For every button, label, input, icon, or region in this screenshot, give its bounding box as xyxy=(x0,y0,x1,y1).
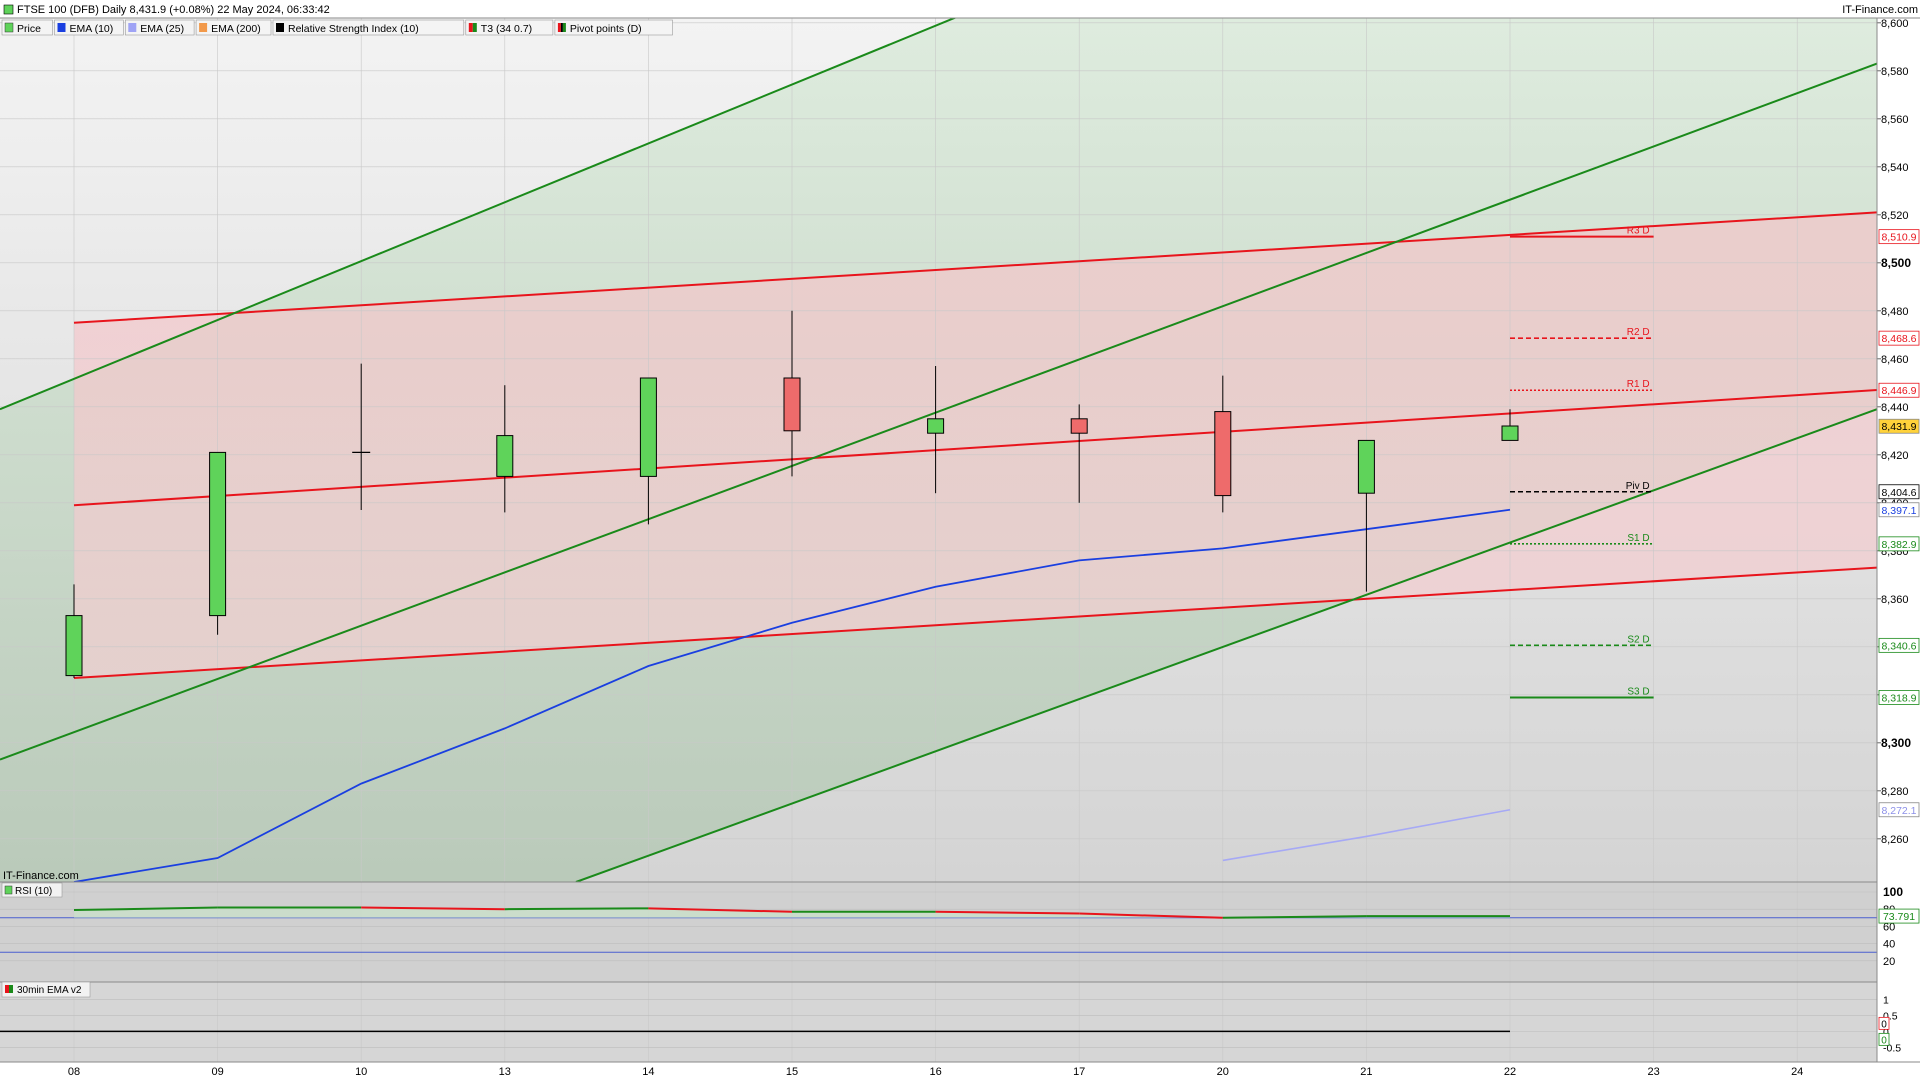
candle-body xyxy=(65,615,83,677)
price-marker-label: 8,340.6 xyxy=(1881,640,1916,652)
x-tick-label: 09 xyxy=(211,1066,223,1078)
y-tick-label: 8,540 xyxy=(1881,162,1909,174)
pivot-label: S1 D xyxy=(1627,533,1649,544)
y-tick-label: 8,420 xyxy=(1881,450,1909,462)
legend-swatch xyxy=(199,23,208,32)
price-marker-label: 8,382.9 xyxy=(1881,539,1916,551)
legend-swatch xyxy=(128,23,137,32)
rsi-line-segment xyxy=(504,907,649,911)
y-tick-label: 8,560 xyxy=(1881,114,1909,126)
legend-item-label: T3 (34 0.7) xyxy=(481,23,532,35)
y-tick-label: 8,480 xyxy=(1881,306,1909,318)
candle-body xyxy=(1501,425,1519,441)
ema-v2-value-label: 0 xyxy=(1881,1035,1887,1046)
price-marker-label: 8,404.6 xyxy=(1881,487,1916,499)
x-tick-label: 08 xyxy=(68,1066,80,1078)
legend-item-label: Pivot points (D) xyxy=(570,23,642,35)
x-tick-label: 17 xyxy=(1073,1066,1085,1078)
y-tick-label: 8,260 xyxy=(1881,834,1909,846)
header-candle-icon xyxy=(3,4,14,15)
price-marker-label: 8,446.9 xyxy=(1881,385,1916,397)
chart-canvas: R3 DR2 DR1 DPiv DS1 DS2 DS3 D 1008060402… xyxy=(0,0,1920,1080)
price-marker-label: 8,468.6 xyxy=(1881,333,1916,345)
price-marker-label: 8,510.9 xyxy=(1881,232,1916,244)
rsi-tick-label: 20 xyxy=(1883,956,1895,968)
legend-swatch xyxy=(468,23,473,32)
ema-v2-pane-title: 30min EMA v2 xyxy=(17,985,82,996)
x-tick-label: 15 xyxy=(786,1066,798,1078)
brand-label: IT-Finance.com xyxy=(1842,4,1918,16)
candle-body xyxy=(496,435,514,477)
x-tick-label: 16 xyxy=(929,1066,941,1078)
legend-item-label: Price xyxy=(17,23,41,35)
y-tick-label: 8,600 xyxy=(1881,18,1909,30)
x-tick-label: 21 xyxy=(1360,1066,1372,1078)
x-tick-label: 20 xyxy=(1217,1066,1229,1078)
x-tick-label: 10 xyxy=(355,1066,367,1078)
legend-swatch xyxy=(472,23,477,32)
candle-body xyxy=(1070,418,1088,434)
candle-body xyxy=(1214,411,1232,497)
y-tick-label: 8,580 xyxy=(1881,66,1909,78)
watermark: IT-Finance.com xyxy=(3,870,79,882)
x-tick-label: 13 xyxy=(499,1066,511,1078)
x-tick-label: 14 xyxy=(642,1066,654,1078)
legend-swatch xyxy=(557,23,561,32)
legend-swatch xyxy=(562,23,566,32)
rsi-legend-icon xyxy=(4,885,13,895)
x-axis-background xyxy=(0,1062,1920,1080)
ema-v2-icon-green xyxy=(9,985,13,993)
x-tick-label: 24 xyxy=(1791,1066,1803,1078)
pivot-label: Piv D xyxy=(1626,481,1650,492)
x-tick-label: 23 xyxy=(1647,1066,1659,1078)
ema-v2-tick-label: 1 xyxy=(1883,995,1889,1007)
legend-item-label: Relative Strength Index (10) xyxy=(288,23,419,35)
candle-body xyxy=(927,418,945,434)
legend-swatch xyxy=(276,23,284,32)
pivot-label: R2 D xyxy=(1627,327,1650,338)
ema-v2-value-label: 0 xyxy=(1881,1019,1887,1030)
candle-body xyxy=(639,377,657,477)
legend-swatch xyxy=(57,23,66,32)
rsi-value-label: 73.791 xyxy=(1883,911,1915,923)
y-tick-label: 8,520 xyxy=(1881,210,1909,222)
chart-title: FTSE 100 (DFB) Daily 8,431.9 (+0.08%) 22… xyxy=(17,4,330,16)
pivot-label: S3 D xyxy=(1627,686,1649,697)
legend-item-label: EMA (10) xyxy=(70,23,114,35)
rsi-pane-title: RSI (10) xyxy=(15,886,52,897)
y-tick-label: 8,460 xyxy=(1881,354,1909,366)
legend-item-label: EMA (200) xyxy=(211,23,261,35)
y-tick-label: 8,360 xyxy=(1881,594,1909,606)
ema-v2-icon-red xyxy=(5,985,9,993)
candle-body xyxy=(1357,439,1375,494)
legend-swatch xyxy=(4,22,14,33)
candle-body xyxy=(783,377,801,432)
price-marker-label: 8,318.9 xyxy=(1881,692,1916,704)
pivot-label: R3 D xyxy=(1627,226,1650,237)
y-tick-label: 8,280 xyxy=(1881,786,1909,798)
rsi-tick-label: 100 xyxy=(1883,885,1903,899)
y-tick-label: 8,500 xyxy=(1881,256,1911,270)
rsi-pane-background xyxy=(0,882,1877,982)
y-tick-label: 8,440 xyxy=(1881,402,1909,414)
ema-pane-background xyxy=(0,982,1877,1062)
legend[interactable]: Price EMA (10) EMA (25) EMA (200) Relative S… xyxy=(1,19,673,36)
legend-item-label: EMA (25) xyxy=(140,23,184,35)
rsi-tick-label: 40 xyxy=(1883,939,1895,951)
y-tick-label: 8,300 xyxy=(1881,736,1911,750)
pivot-label: R1 D xyxy=(1627,379,1650,390)
pivot-label: S2 D xyxy=(1627,634,1649,645)
legend-swatch xyxy=(560,23,563,32)
price-marker-label: 8,397.1 xyxy=(1881,505,1916,517)
price-marker-label: 8,272.1 xyxy=(1881,805,1916,817)
price-marker-label: 8,431.9 xyxy=(1881,421,1916,433)
candle-body xyxy=(209,451,227,617)
x-tick-label: 22 xyxy=(1504,1066,1516,1078)
